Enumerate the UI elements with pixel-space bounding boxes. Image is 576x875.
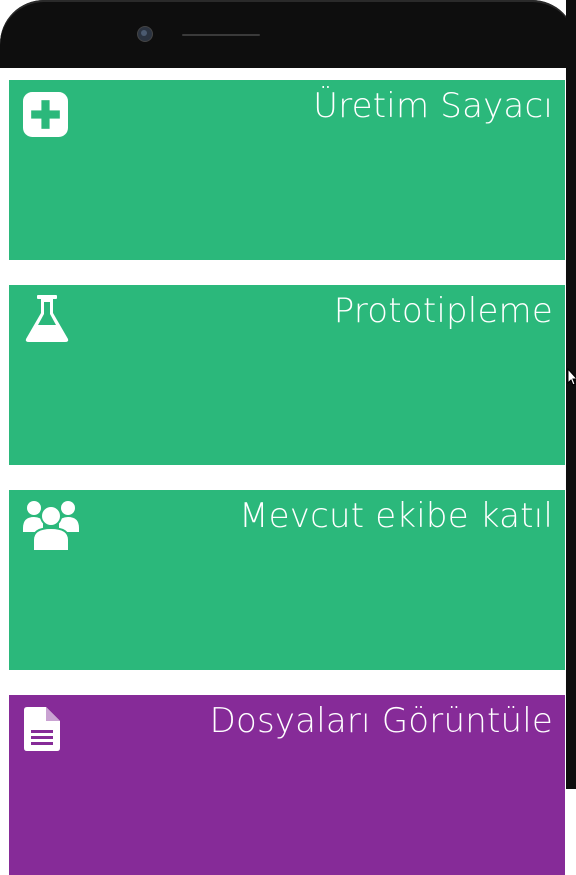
users-icon xyxy=(23,498,79,554)
tile-uretim-sayaci[interactable]: Üretim Sayacı xyxy=(9,80,565,260)
tile-title: Mevcut ekibe katıl xyxy=(239,496,553,536)
phone-top-bezel xyxy=(0,0,576,68)
phone-right-bezel xyxy=(566,0,576,789)
flask-icon xyxy=(25,295,69,347)
tile-dosyalari-goruntule[interactable]: Dosyaları Görüntüle xyxy=(9,695,565,875)
tile-title: Dosyaları Görüntüle xyxy=(209,701,553,741)
plus-square-icon xyxy=(23,92,68,141)
tile-mevcut-ekibe-katil[interactable]: Mevcut ekibe katıl xyxy=(9,490,565,670)
front-camera xyxy=(137,26,153,42)
app-screen: Üretim Sayacı Prototipleme Mevcut ekibe … xyxy=(1,68,566,875)
earpiece-speaker xyxy=(182,34,260,36)
tile-title: Prototipleme xyxy=(333,291,553,331)
tile-prototipleme[interactable]: Prototipleme xyxy=(9,285,565,465)
tile-title: Üretim Sayacı xyxy=(313,86,553,126)
mouse-cursor-icon xyxy=(567,367,576,390)
file-icon xyxy=(24,707,60,755)
